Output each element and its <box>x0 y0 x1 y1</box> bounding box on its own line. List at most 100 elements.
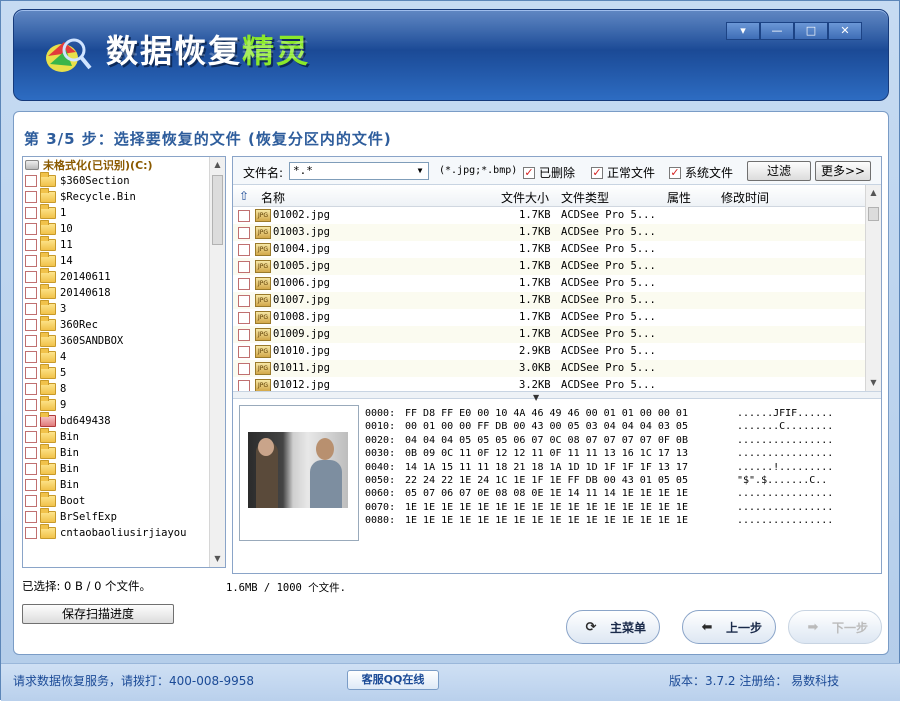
filter-button[interactable]: 过滤 <box>747 161 811 181</box>
chevron-down-icon[interactable]: ▼ <box>413 164 427 178</box>
col-name[interactable]: 名称 <box>261 189 285 206</box>
more-button[interactable]: 更多>> <box>815 161 871 181</box>
tree-folder-item[interactable]: 360SANDBOX <box>23 332 225 349</box>
prev-button[interactable]: ⬅ 上一步 <box>682 610 776 644</box>
normal-files-checkbox[interactable]: ✓ 正常文件 <box>591 164 655 181</box>
file-checkbox[interactable] <box>238 210 250 222</box>
maximize-button[interactable]: □ <box>794 22 828 40</box>
folder-checkbox[interactable] <box>25 431 37 443</box>
next-button[interactable]: ➡ 下一步 <box>788 610 882 644</box>
file-row[interactable]: JPG 01006.jpg 1.7KB ACDSee Pro 5... <box>233 275 865 292</box>
file-row[interactable]: JPG 01011.jpg 3.0KB ACDSee Pro 5... <box>233 360 865 377</box>
tree-folder-item[interactable]: Bin <box>23 444 225 461</box>
file-row[interactable]: JPG 01012.jpg 3.2KB ACDSee Pro 5... <box>233 377 865 391</box>
tree-folder-item[interactable]: bd649438 <box>23 412 225 429</box>
scroll-up-icon[interactable]: ▲ <box>866 185 881 201</box>
col-type[interactable]: 文件类型 <box>561 189 609 206</box>
scroll-thumb[interactable] <box>868 207 879 221</box>
file-row[interactable]: JPG 01004.jpg 1.7KB ACDSee Pro 5... <box>233 241 865 258</box>
tree-folder-item[interactable]: cntaobaoliusirjiayou <box>23 524 225 541</box>
file-checkbox[interactable] <box>238 227 250 239</box>
tree-folder-item[interactable]: 10 <box>23 220 225 237</box>
file-checkbox[interactable] <box>238 312 250 324</box>
scroll-up-icon[interactable]: ▲ <box>210 157 225 173</box>
tree-folder-item[interactable]: 1 <box>23 204 225 221</box>
folder-checkbox[interactable] <box>25 447 37 459</box>
main-menu-button[interactable]: ⟳ 主菜单 <box>566 610 660 644</box>
folder-checkbox[interactable] <box>25 175 37 187</box>
splitter-grip-icon[interactable]: ▼ <box>533 393 539 402</box>
minimize-button[interactable]: — <box>760 22 794 40</box>
tree-folder-item[interactable]: 9 <box>23 396 225 413</box>
tree-folder-item[interactable]: Bin <box>23 428 225 445</box>
file-row[interactable]: JPG 01005.jpg 1.7KB ACDSee Pro 5... <box>233 258 865 275</box>
file-checkbox[interactable] <box>238 329 250 341</box>
tree-folder-item[interactable]: Boot <box>23 492 225 509</box>
folder-checkbox[interactable] <box>25 223 37 235</box>
file-row[interactable]: JPG 01003.jpg 1.7KB ACDSee Pro 5... <box>233 224 865 241</box>
save-progress-button[interactable]: 保存扫描进度 <box>22 604 174 624</box>
col-modified[interactable]: 修改时间 <box>721 189 769 206</box>
tree-folder-item[interactable]: Bin <box>23 476 225 493</box>
folder-checkbox[interactable] <box>25 255 37 267</box>
folder-checkbox[interactable] <box>25 239 37 251</box>
scroll-down-icon[interactable]: ▼ <box>866 375 881 391</box>
file-row[interactable]: JPG 01008.jpg 1.7KB ACDSee Pro 5... <box>233 309 865 326</box>
col-attr[interactable]: 属性 <box>667 189 691 206</box>
folder-checkbox[interactable] <box>25 463 37 475</box>
file-row[interactable]: JPG 01002.jpg 1.7KB ACDSee Pro 5... <box>233 207 865 224</box>
tree-folder-item[interactable]: $360Section <box>23 172 225 189</box>
up-arrow-icon[interactable]: ⇧ <box>239 189 249 203</box>
tree-folder-item[interactable]: 8 <box>23 380 225 397</box>
tree-root-drive[interactable]: 未格式化(已识别)(C:) <box>23 157 225 173</box>
deleted-checkbox[interactable]: ✓ 已删除 <box>523 164 575 181</box>
folder-checkbox[interactable] <box>25 287 37 299</box>
tree-folder-item[interactable]: 4 <box>23 348 225 365</box>
folder-checkbox[interactable] <box>25 511 37 523</box>
folder-checkbox[interactable] <box>25 415 37 427</box>
tree-folder-item[interactable]: 20140611 <box>23 268 225 285</box>
file-row[interactable]: JPG 01007.jpg 1.7KB ACDSee Pro 5... <box>233 292 865 309</box>
tree-folder-item[interactable]: $Recycle.Bin <box>23 188 225 205</box>
file-checkbox[interactable] <box>238 346 250 358</box>
file-row[interactable]: JPG 01010.jpg 2.9KB ACDSee Pro 5... <box>233 343 865 360</box>
file-checkbox[interactable] <box>238 380 250 391</box>
folder-checkbox[interactable] <box>25 207 37 219</box>
file-checkbox[interactable] <box>238 295 250 307</box>
folder-checkbox[interactable] <box>25 367 37 379</box>
file-checkbox[interactable] <box>238 363 250 375</box>
folder-checkbox[interactable] <box>25 399 37 411</box>
tree-folder-item[interactable]: 360Rec <box>23 316 225 333</box>
folder-checkbox[interactable] <box>25 479 37 491</box>
close-button[interactable]: ✕ <box>828 22 862 40</box>
filename-input[interactable]: *.* ▼ <box>289 162 429 180</box>
file-row[interactable]: JPG 01009.jpg 1.7KB ACDSee Pro 5... <box>233 326 865 343</box>
folder-checkbox[interactable] <box>25 383 37 395</box>
tree-folder-item[interactable]: Bin <box>23 460 225 477</box>
col-size[interactable]: 文件大小 <box>501 189 549 206</box>
scroll-thumb[interactable] <box>212 175 223 245</box>
folder-checkbox[interactable] <box>25 335 37 347</box>
folder-checkbox[interactable] <box>25 191 37 203</box>
tree-scrollbar[interactable]: ▲ ▼ <box>209 157 225 567</box>
system-files-checkbox[interactable]: ✓ 系统文件 <box>669 164 733 181</box>
tree-folder-item[interactable]: 20140618 <box>23 284 225 301</box>
tree-folder-item[interactable]: 5 <box>23 364 225 381</box>
tree-folder-item[interactable]: BrSelfExp <box>23 508 225 525</box>
tree-folder-item[interactable]: 14 <box>23 252 225 269</box>
scroll-down-icon[interactable]: ▼ <box>210 551 225 567</box>
folder-checkbox[interactable] <box>25 303 37 315</box>
folder-checkbox[interactable] <box>25 527 37 539</box>
folder-checkbox[interactable] <box>25 319 37 331</box>
preview-splitter[interactable]: ▼ <box>233 391 881 402</box>
file-checkbox[interactable] <box>238 244 250 256</box>
qq-online-button[interactable]: 客服QQ在线 <box>347 670 439 690</box>
tree-folder-item[interactable]: 3 <box>23 300 225 317</box>
file-list-scrollbar[interactable]: ▲ ▼ <box>865 185 881 391</box>
folder-checkbox[interactable] <box>25 351 37 363</box>
tree-folder-item[interactable]: 11 <box>23 236 225 253</box>
file-checkbox[interactable] <box>238 278 250 290</box>
folder-checkbox[interactable] <box>25 495 37 507</box>
menu-dropdown-button[interactable]: ▾ <box>726 22 760 40</box>
folder-checkbox[interactable] <box>25 271 37 283</box>
